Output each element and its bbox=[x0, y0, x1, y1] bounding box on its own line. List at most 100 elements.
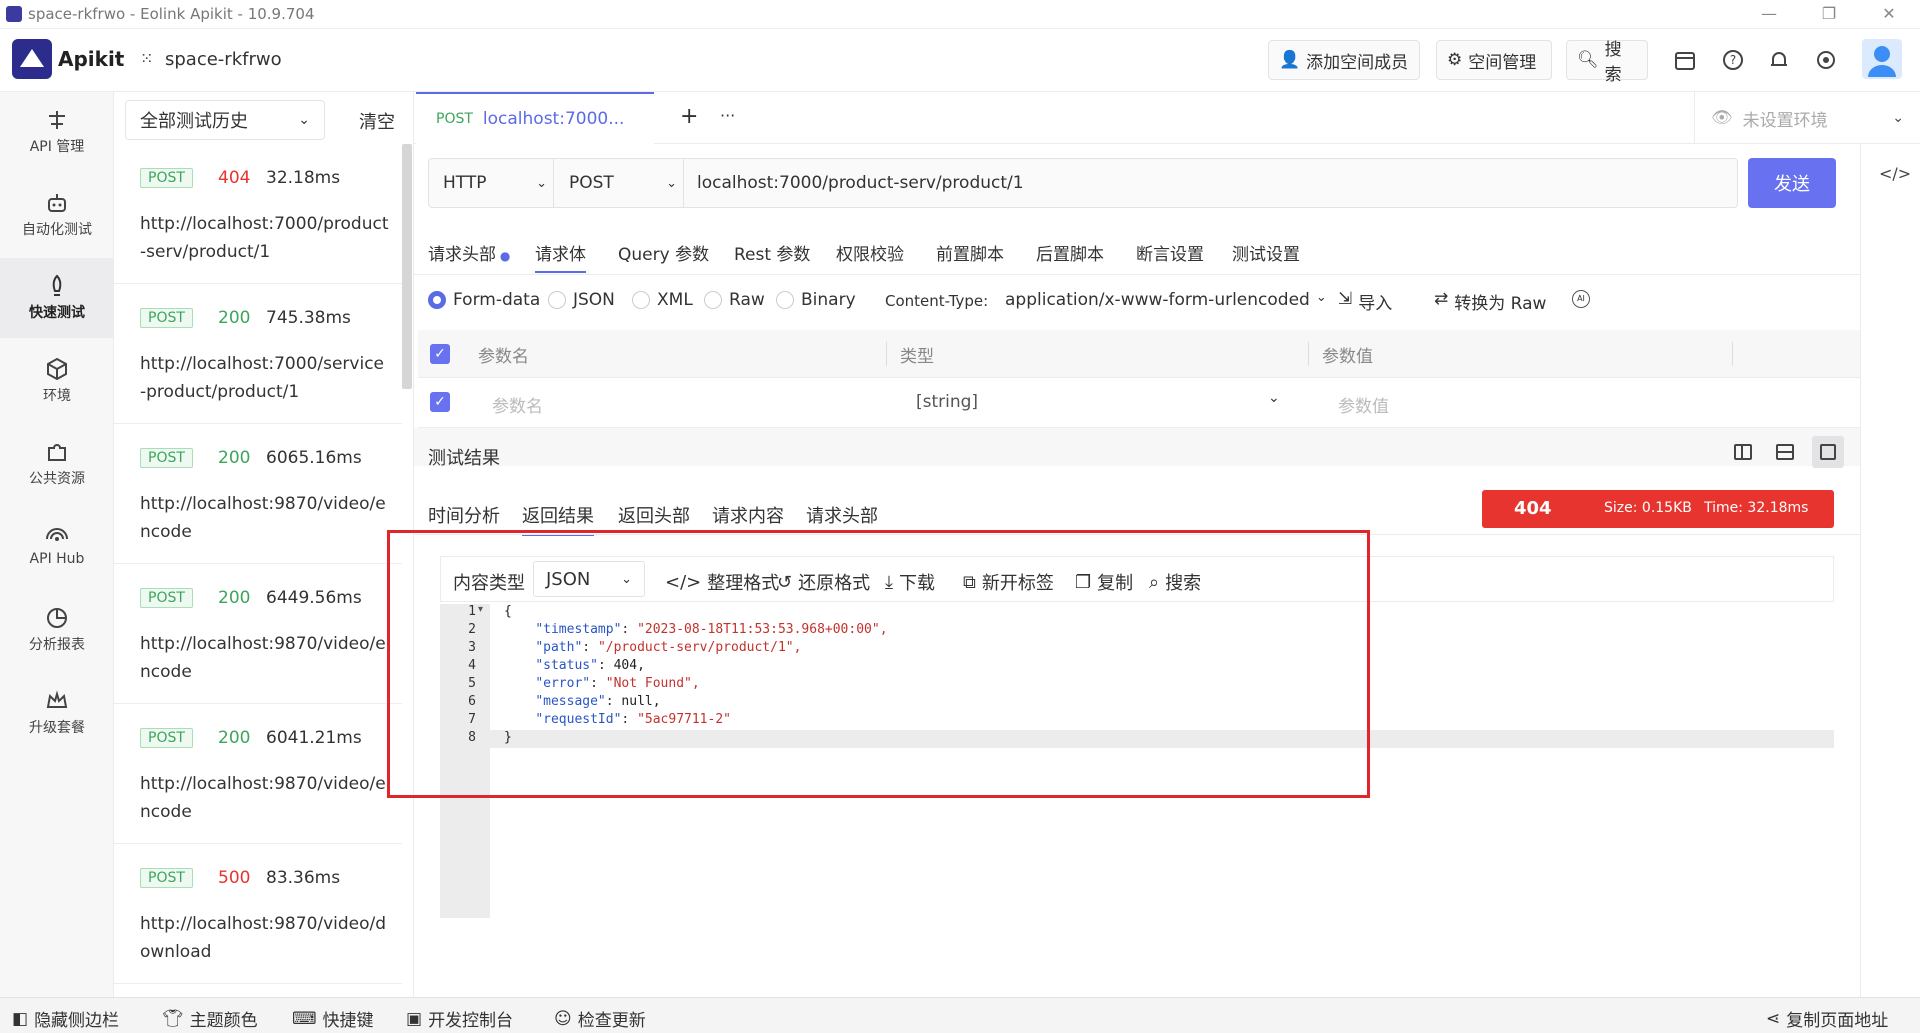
close-icon[interactable]: ✕ bbox=[1878, 4, 1900, 24]
calendar-icon[interactable] bbox=[1674, 49, 1698, 73]
tab-post-script[interactable]: 后置脚本 bbox=[1036, 240, 1104, 265]
grid-icon[interactable]: ⁙ bbox=[140, 49, 154, 68]
space-manage-button[interactable]: ⚙ 空间管理 bbox=[1436, 40, 1552, 80]
history-item[interactable]: POST 404 32.18ms http://localhost:7000/p… bbox=[114, 144, 402, 284]
check-update-button[interactable]: ☺ 检查更新 bbox=[554, 1006, 646, 1032]
history-item[interactable]: POST 500 83.36ms http://localhost:9870/v… bbox=[114, 844, 402, 984]
radio-json[interactable]: JSON bbox=[548, 290, 615, 310]
nav-public-resources[interactable]: 公共资源 bbox=[0, 424, 114, 504]
send-button[interactable]: 发送 bbox=[1748, 158, 1836, 208]
chevron-down-icon: ⌄ bbox=[1315, 290, 1327, 305]
hide-sidebar-button[interactable]: ◧ 隐藏侧边栏 bbox=[12, 1006, 119, 1032]
radio-form-data[interactable]: Form-data bbox=[428, 290, 540, 310]
more-icon[interactable]: ··· bbox=[720, 106, 735, 125]
import-icon: ⇲ bbox=[1338, 289, 1353, 309]
highlight-annotation-box bbox=[387, 530, 1370, 798]
cube-icon bbox=[47, 357, 67, 381]
top-header: Apikit ⁙ space-rkfrwo 👤 添加空间成员 ⚙ 空间管理 🔍︎ 搜索… bbox=[0, 29, 1920, 92]
tab-assertions[interactable]: 断言设置 bbox=[1136, 240, 1204, 265]
space-name[interactable]: space-rkfrwo bbox=[165, 49, 282, 70]
sidebar-icon: ◧ bbox=[12, 1008, 29, 1029]
pie-chart-icon bbox=[47, 608, 67, 628]
theme-button[interactable]: 👕︎ 主题颜色 bbox=[162, 1006, 258, 1032]
keyboard-icon: ⌨ bbox=[292, 1008, 317, 1029]
rocket-icon bbox=[52, 274, 62, 296]
code-snippet-icon[interactable]: </> bbox=[1879, 164, 1911, 183]
tab-rest-params[interactable]: Rest 参数 bbox=[734, 240, 810, 265]
tab-query-params[interactable]: Query 参数 bbox=[618, 240, 709, 265]
radio-raw[interactable]: Raw bbox=[704, 290, 765, 310]
nav-auto-test[interactable]: 自动化测试 bbox=[0, 175, 114, 255]
param-value-input[interactable]: 参数值 bbox=[1338, 392, 1389, 417]
protocol-select[interactable]: HTTP ⌄ bbox=[443, 159, 547, 207]
history-item[interactable]: POST 200 6065.16ms http://localhost:9870… bbox=[114, 424, 402, 564]
status-code: 404 bbox=[1514, 498, 1552, 519]
radio-xml[interactable]: XML bbox=[632, 290, 693, 310]
result-title: 测试结果 bbox=[428, 448, 500, 469]
search-button[interactable]: 🔍︎ 搜索 bbox=[1566, 40, 1648, 85]
nav-quick-test[interactable]: 快速测试 bbox=[0, 258, 114, 338]
split-vertical-icon[interactable] bbox=[1734, 444, 1752, 460]
tab-time-analysis[interactable]: 时间分析 bbox=[428, 502, 500, 528]
window-title: space-rkfrwo - Eolink Apikit - 10.9.704 bbox=[28, 5, 315, 23]
maximize-panel-icon[interactable] bbox=[1812, 436, 1844, 468]
nav-environment[interactable]: 环境 bbox=[0, 341, 114, 421]
add-member-button[interactable]: 👤 添加空间成员 bbox=[1268, 40, 1420, 80]
shirt-icon: 👕︎ bbox=[162, 1008, 184, 1029]
import-button[interactable]: ⇲ 导入 bbox=[1338, 289, 1392, 314]
crown-icon bbox=[46, 690, 68, 708]
chevron-down-icon[interactable]: ⌄ bbox=[1268, 390, 1280, 406]
devtools-button[interactable]: ▣ 开发控制台 bbox=[406, 1006, 513, 1032]
apikit-logo-icon bbox=[12, 39, 52, 79]
tab-request-headers-result[interactable]: 请求头部 bbox=[806, 502, 878, 528]
api-icon bbox=[49, 111, 65, 129]
history-scrollbar[interactable] bbox=[402, 144, 412, 389]
copy-url-button[interactable]: ⋖ 复制页面地址 bbox=[1766, 1006, 1888, 1032]
switch-icon: ⇄ bbox=[1434, 289, 1449, 309]
settings-icon[interactable] bbox=[1815, 49, 1839, 73]
clear-history-button[interactable]: 清空 bbox=[359, 108, 395, 134]
nav-analytics[interactable]: 分析报表 bbox=[0, 590, 114, 670]
ai-icon[interactable]: AI bbox=[1572, 290, 1590, 308]
nav-api-management[interactable]: API 管理 bbox=[0, 92, 114, 172]
bell-icon[interactable] bbox=[1768, 49, 1792, 73]
restore-icon[interactable]: ❐ bbox=[1818, 4, 1840, 24]
help-icon[interactable]: ? bbox=[1722, 49, 1746, 73]
history-item[interactable]: POST 200 745.38ms http://localhost:7000/… bbox=[114, 284, 402, 424]
history-filter-select[interactable]: 全部测试历史 ⌄ bbox=[125, 100, 325, 140]
select-all-checkbox[interactable]: ✓ bbox=[430, 344, 450, 364]
tab-response-headers[interactable]: 返回头部 bbox=[618, 502, 690, 528]
history-panel: 全部测试历史 ⌄ 清空 POST 404 32.18ms http://local… bbox=[114, 92, 414, 997]
nav-api-hub[interactable]: API Hub bbox=[0, 507, 114, 587]
minimize-icon[interactable]: — bbox=[1758, 4, 1780, 24]
tab-request-content[interactable]: 请求内容 bbox=[712, 502, 784, 528]
history-item[interactable]: POST 200 6041.21ms http://localhost:9870… bbox=[114, 704, 402, 844]
param-name-input[interactable]: 参数名 bbox=[492, 392, 543, 417]
search-icon: 🔍︎ bbox=[1577, 50, 1599, 70]
gear-icon: ⚙ bbox=[1447, 50, 1463, 70]
svg-text:?: ? bbox=[1730, 53, 1736, 67]
tab-pre-script[interactable]: 前置脚本 bbox=[936, 240, 1004, 265]
convert-raw-button[interactable]: ⇄ 转换为 Raw bbox=[1434, 289, 1546, 314]
tab-request[interactable]: POST localhost:7000... bbox=[416, 92, 654, 144]
history-item[interactable]: POST 200 6449.56ms http://localhost:9870… bbox=[114, 564, 402, 704]
tab-request-headers[interactable]: 请求头部 ● bbox=[428, 240, 510, 265]
response-size: Size: 0.15KB bbox=[1604, 500, 1692, 516]
shortcuts-button[interactable]: ⌨ 快捷键 bbox=[292, 1006, 374, 1032]
method-select[interactable]: POST ⌄ bbox=[569, 159, 677, 207]
content-type-select[interactable]: application/x-www-form-urlencoded ⌄ bbox=[1005, 290, 1327, 310]
tab-request-body[interactable]: 请求体 bbox=[535, 240, 586, 273]
tab-test-settings[interactable]: 测试设置 bbox=[1232, 240, 1300, 265]
add-tab-icon[interactable]: + bbox=[680, 104, 698, 129]
chevron-down-icon: ⌄ bbox=[298, 112, 310, 128]
url-input[interactable]: localhost:7000/product-serv/product/1 bbox=[697, 159, 1024, 207]
param-type-select[interactable]: [string] bbox=[916, 392, 978, 412]
radio-binary[interactable]: Binary bbox=[776, 290, 856, 310]
environment-select[interactable]: 👁 未设置环境 ⌄ bbox=[1694, 92, 1920, 144]
row-checkbox[interactable]: ✓ bbox=[430, 392, 450, 412]
avatar[interactable] bbox=[1862, 39, 1902, 79]
nav-upgrade[interactable]: 升级套餐 bbox=[0, 673, 114, 753]
tab-auth[interactable]: 权限校验 bbox=[836, 240, 904, 265]
split-horizontal-icon[interactable] bbox=[1776, 444, 1794, 460]
user-add-icon: 👤 bbox=[1279, 50, 1301, 70]
